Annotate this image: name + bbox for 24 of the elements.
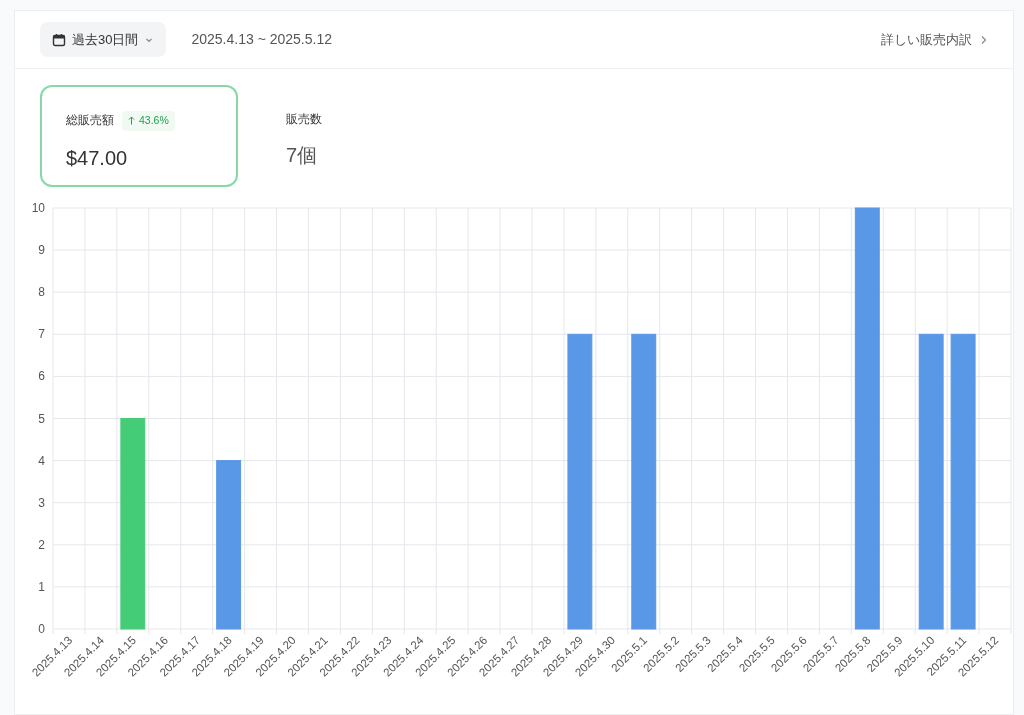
stat-value: 7個	[286, 143, 319, 169]
change-badge: 43.6%	[122, 111, 175, 131]
stat-card[interactable]: 販売数 7個	[260, 85, 458, 187]
y-axis-label: 8	[38, 285, 45, 300]
y-axis-label: 4	[38, 453, 45, 468]
detail-link[interactable]: 詳しい販売内訳	[881, 29, 988, 50]
stat-label: 総販売額	[66, 113, 114, 129]
arrow-up-icon	[128, 116, 135, 126]
y-axis-label: 7	[38, 327, 45, 342]
period-button[interactable]: 過去30日間	[40, 22, 167, 57]
y-axis-label: 0	[38, 622, 45, 636]
y-axis-label: 9	[38, 243, 45, 258]
y-axis-label: 5	[38, 411, 45, 426]
chevron-right-icon	[980, 34, 988, 45]
stat-label: 販売数	[286, 112, 322, 127]
y-axis-label: 6	[38, 369, 45, 384]
y-axis-label: 10	[31, 201, 45, 215]
date-range: 2025.4.13 ~ 2025.5.12	[191, 30, 332, 49]
y-axis-label: 1	[38, 579, 45, 594]
calendar-icon	[52, 32, 66, 47]
y-axis-label: 3	[38, 495, 45, 510]
stat-value: $47.00	[66, 145, 129, 171]
stat-card[interactable]: 総販売額 43.6% $47.00	[40, 85, 238, 187]
y-axis-label: 2	[38, 537, 45, 552]
